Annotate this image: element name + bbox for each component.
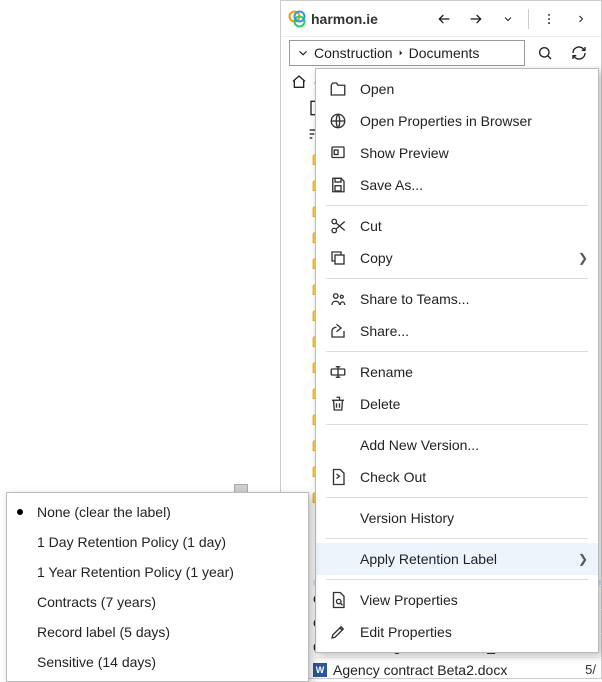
- breadcrumb-root: Construction: [314, 45, 393, 61]
- ctx-label: Save As...: [360, 177, 423, 193]
- brand: harmon.ie: [287, 9, 426, 29]
- refresh-icon[interactable]: [565, 39, 593, 67]
- ctx-preview[interactable]: Show Preview: [316, 137, 598, 169]
- ctx-edit-props[interactable]: Edit Properties: [316, 616, 598, 648]
- ctx-open[interactable]: Open: [316, 73, 598, 105]
- ctx-cut[interactable]: Cut: [316, 210, 598, 242]
- file-name: Agency contract Beta2.docx: [333, 662, 579, 678]
- ctx-label: Rename: [360, 364, 413, 380]
- copy-icon: [328, 248, 348, 268]
- view-props-icon: [328, 590, 348, 610]
- retention-option-none[interactable]: None (clear the label): [7, 497, 308, 527]
- save-icon: [328, 175, 348, 195]
- share-icon: [328, 321, 348, 341]
- ctx-label: Apply Retention Label: [360, 551, 497, 567]
- chevron-down-icon: [296, 46, 310, 60]
- ctx-copy[interactable]: Copy ❯: [316, 242, 598, 274]
- forward-button[interactable]: [462, 5, 490, 33]
- retention-label: Contracts (7 years): [37, 594, 156, 610]
- retention-label: Record label (5 days): [37, 624, 170, 640]
- separator: [326, 538, 588, 539]
- ctx-label: Add New Version...: [360, 437, 479, 453]
- context-menu: Open Open Properties in Browser Show Pre…: [315, 68, 599, 653]
- ctx-label: Copy: [360, 250, 393, 266]
- search-icon[interactable]: [531, 39, 559, 67]
- ctx-check-out[interactable]: Check Out: [316, 461, 598, 493]
- home-icon: [291, 74, 307, 90]
- rename-icon: [328, 362, 348, 382]
- chevron-right-icon: ❯: [578, 552, 588, 566]
- retention-label: 1 Year Retention Policy (1 year): [37, 564, 234, 580]
- separator: [326, 205, 588, 206]
- cut-icon: [328, 216, 348, 236]
- trash-icon: [328, 394, 348, 414]
- overflow-chevron-icon[interactable]: [567, 5, 595, 33]
- dropdown-history-icon[interactable]: [494, 5, 522, 33]
- topbar: harmon.ie: [281, 1, 601, 37]
- ctx-label: Share to Teams...: [360, 291, 469, 307]
- ctx-label: Share...: [360, 323, 409, 339]
- retention-option-contracts[interactable]: Contracts (7 years): [7, 587, 308, 617]
- ctx-label: Check Out: [360, 469, 426, 485]
- word-icon: W: [313, 663, 327, 677]
- preview-icon: [328, 143, 348, 163]
- ctx-save-as[interactable]: Save As...: [316, 169, 598, 201]
- retention-label: Sensitive (14 days): [37, 654, 156, 670]
- ctx-version-history[interactable]: Version History: [316, 502, 598, 534]
- kebab-menu-icon[interactable]: [535, 5, 563, 33]
- ctx-delete[interactable]: Delete: [316, 388, 598, 420]
- teams-icon: [328, 289, 348, 309]
- retention-option-record[interactable]: Record label (5 days): [7, 617, 308, 647]
- ctx-label: Show Preview: [360, 145, 449, 161]
- ctx-label: Delete: [360, 396, 400, 412]
- back-button[interactable]: [430, 5, 458, 33]
- open-icon: [328, 79, 348, 99]
- chevron-right-icon: ❯: [578, 251, 588, 265]
- separator: [326, 278, 588, 279]
- ctx-apply-retention[interactable]: Apply Retention Label ❯: [316, 543, 598, 575]
- ctx-label: Open: [360, 81, 394, 97]
- ctx-open-browser[interactable]: Open Properties in Browser: [316, 105, 598, 137]
- retention-option-sensitive[interactable]: Sensitive (14 days): [7, 647, 308, 677]
- selected-bullet-icon: [17, 509, 23, 515]
- ctx-view-props[interactable]: View Properties: [316, 584, 598, 616]
- ctx-label: Open Properties in Browser: [360, 113, 532, 129]
- table-row[interactable]: W Agency contract Beta2.docx 5/: [313, 658, 602, 682]
- brand-text: harmon.ie: [311, 11, 378, 27]
- ctx-label: View Properties: [360, 592, 458, 608]
- separator: [326, 351, 588, 352]
- ctx-label: Edit Properties: [360, 624, 452, 640]
- retention-label: None (clear the label): [37, 504, 171, 520]
- ctx-rename[interactable]: Rename: [316, 356, 598, 388]
- ctx-share[interactable]: Share...: [316, 315, 598, 347]
- location-bar: Construction Documents: [281, 37, 601, 69]
- breadcrumb[interactable]: Construction Documents: [289, 40, 525, 66]
- separator: [326, 579, 588, 580]
- ctx-label: Cut: [360, 218, 382, 234]
- breadcrumb-leaf: Documents: [409, 45, 480, 61]
- separator: [326, 497, 588, 498]
- retention-option-1day[interactable]: 1 Day Retention Policy (1 day): [7, 527, 308, 557]
- retention-label: 1 Day Retention Policy (1 day): [37, 534, 226, 550]
- checkout-icon: [328, 467, 348, 487]
- file-date: 5/: [585, 662, 596, 677]
- retention-submenu: None (clear the label) 1 Day Retention P…: [6, 492, 309, 682]
- brand-logo-icon: [287, 9, 307, 29]
- ctx-add-version[interactable]: Add New Version...: [316, 429, 598, 461]
- divider: [528, 9, 529, 29]
- breadcrumb-sep-icon: [397, 48, 405, 58]
- separator: [326, 424, 588, 425]
- ctx-label: Version History: [360, 510, 454, 526]
- edit-icon: [328, 622, 348, 642]
- retention-option-1year[interactable]: 1 Year Retention Policy (1 year): [7, 557, 308, 587]
- globe-icon: [328, 111, 348, 131]
- ctx-share-teams[interactable]: Share to Teams...: [316, 283, 598, 315]
